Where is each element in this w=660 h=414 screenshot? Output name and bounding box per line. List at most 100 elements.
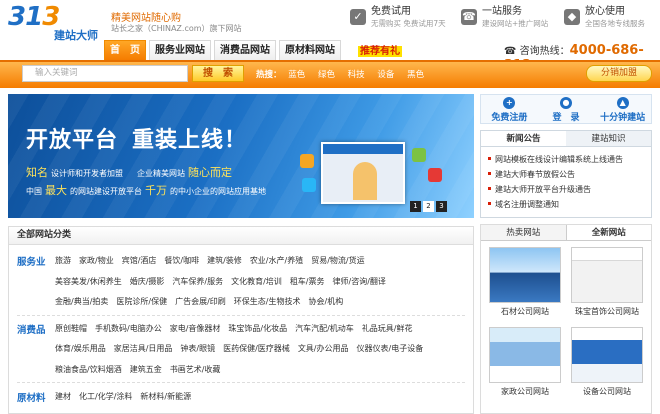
category-link[interactable]: 原创鞋帽: [55, 324, 87, 333]
service-free-trial[interactable]: ✓ 免费试用 无需购买 免费试用7天: [350, 6, 446, 34]
tab-hot-sites[interactable]: 热卖网站: [481, 225, 566, 240]
search-button[interactable]: 搜 索: [192, 65, 244, 82]
login-button[interactable]: ● 登 录: [538, 95, 595, 123]
phone-icon: ☎: [504, 46, 520, 57]
banner-line-1: 知名 设计师和开发者加盟 企业精美网站 随心而定: [26, 164, 235, 180]
category-link[interactable]: 美容美发/休闲养生: [55, 277, 122, 286]
category-link[interactable]: 礼品玩具/鲜花: [362, 324, 413, 333]
group-consumer[interactable]: 消费品: [17, 322, 46, 336]
quick-build-button[interactable]: ▲ 十分钟建站: [594, 95, 651, 123]
button-label: 登 录: [552, 113, 580, 123]
site-caption[interactable]: 石材公司网站: [485, 306, 565, 317]
category-link[interactable]: 汽车保养/服务: [172, 277, 223, 286]
register-button[interactable]: + 免费注册: [481, 95, 538, 123]
hero-banner[interactable]: 开放平台 重装上线！ 知名 设计师和开发者加盟 企业精美网站 随心而定 中国 最大 的网站建…: [8, 94, 474, 218]
category-link[interactable]: 餐饮/咖啡: [164, 256, 199, 265]
category-link[interactable]: 医药保健/医疗器械: [223, 344, 290, 353]
category-link[interactable]: 汽车汽配/机动车: [295, 324, 354, 333]
category-link[interactable]: 珠宝饰品/化妆品: [228, 324, 287, 333]
category-link[interactable]: 建材: [55, 392, 71, 401]
category-link[interactable]: 文化教育/培训: [231, 277, 282, 286]
button-label: 免费注册: [491, 113, 528, 123]
hot-word[interactable]: 蓝色: [288, 70, 305, 80]
highlight: 知名: [26, 166, 48, 179]
app-icon: [428, 168, 442, 182]
hot-word[interactable]: 设备: [377, 70, 394, 80]
news-item[interactable]: 网站模板在线设计编辑系统上线通告: [488, 152, 651, 167]
hot-word[interactable]: 绿色: [318, 70, 335, 80]
category-link[interactable]: 租车/票务: [290, 277, 325, 286]
tab-news[interactable]: 新闻公告: [481, 131, 566, 146]
site-caption[interactable]: 设备公司网站: [567, 386, 647, 397]
category-link[interactable]: 协会/机构: [309, 297, 344, 306]
category-link[interactable]: 书画艺术/收藏: [170, 365, 221, 374]
category-link[interactable]: 粮油食品/饮料烟酒: [55, 365, 122, 374]
category-link[interactable]: 家政/物业: [79, 256, 114, 265]
service-safe[interactable]: ◆ 放心使用 全国各地专线服务: [564, 6, 645, 34]
logo-text: 建站大师: [54, 29, 98, 42]
category-link[interactable]: 新材料/新能源: [140, 392, 191, 401]
category-link[interactable]: 建筑五金: [130, 365, 162, 374]
hot-word[interactable]: 黑色: [407, 70, 424, 80]
main-nav: 首 页 服务业网站 消费品网站 原材料网站: [104, 40, 344, 60]
category-link[interactable]: 体育/娱乐用品: [55, 344, 106, 353]
category-link[interactable]: 婚庆/摄影: [130, 277, 165, 286]
category-link[interactable]: 旅游: [55, 256, 71, 265]
slide-dot[interactable]: 2: [423, 201, 434, 212]
affiliate-button[interactable]: 分销加盟: [586, 65, 652, 82]
news-item[interactable]: 域名注册调整通知: [488, 197, 651, 212]
site-thumbnail[interactable]: [571, 247, 643, 303]
tab-consumer-sites[interactable]: 消费品网站: [214, 40, 276, 60]
group-material[interactable]: 原材料: [17, 390, 46, 404]
category-link[interactable]: 仪器仪表/电子设备: [357, 344, 424, 353]
category-link[interactable]: 钟表/眼镜: [180, 344, 215, 353]
category-link[interactable]: 文具/办公用品: [298, 344, 349, 353]
site-logo[interactable]: 313 建站大师: [8, 2, 108, 42]
category-link[interactable]: 化工/化学/涂料: [79, 392, 132, 401]
group-service[interactable]: 服务业: [17, 254, 46, 268]
app-icon: [412, 148, 426, 162]
category-link[interactable]: 建筑/装修: [207, 256, 242, 265]
category-link[interactable]: 广告会展/印刷: [175, 297, 226, 306]
search-input[interactable]: 输入关键词: [22, 65, 188, 82]
site-caption[interactable]: 家政公司网站: [485, 386, 565, 397]
category-link[interactable]: 贸易/物流/货运: [311, 256, 364, 265]
category-link[interactable]: 农业/水产/养殖: [250, 256, 303, 265]
user-add-icon: +: [503, 97, 516, 109]
category-link[interactable]: 律师/咨询/翻译: [333, 277, 386, 286]
category-row: 美容美发/休闲养生 婚庆/摄影 汽车保养/服务 文化教育/培训 租车/票务 律师/咨询/翻…: [55, 276, 394, 287]
tab-knowledge[interactable]: 建站知识: [566, 131, 651, 146]
category-title: 全部网站分类: [9, 227, 473, 245]
tab-service-sites[interactable]: 服务业网站: [149, 40, 211, 60]
service-desc: 建设网站+推广网站: [482, 19, 549, 28]
tab-new-sites[interactable]: 全新网站: [565, 225, 651, 240]
service-one-stop[interactable]: ☎ 一站服务 建设网站+推广网站: [461, 6, 548, 34]
hot-word[interactable]: 科技: [348, 70, 365, 80]
slogan: 精美网站随心购: [111, 13, 181, 24]
banner-text: 的网站建设开放平台: [70, 187, 142, 196]
site-thumbnail[interactable]: [489, 247, 561, 303]
monitor-illustration: [321, 142, 405, 204]
category-row: 建材 化工/化学/涂料 新材料/新能源: [55, 391, 199, 402]
news-item[interactable]: 建站大师春节放假公告: [488, 167, 651, 182]
news-item[interactable]: 建站大师开放平台升级通告: [488, 182, 651, 197]
category-link[interactable]: 环保生态/生物技术: [234, 297, 301, 306]
site-thumbnail[interactable]: [571, 327, 643, 383]
banner-text: 的中小企业的网站应用基地: [170, 187, 266, 196]
category-link[interactable]: 家电/音像器材: [170, 324, 221, 333]
user-icon: ●: [560, 97, 572, 109]
category-link[interactable]: 家居洁具/日用品: [114, 344, 173, 353]
category-link[interactable]: 医院诊所/保健: [116, 297, 167, 306]
category-row: 旅游 家政/物业 宾馆/酒店 餐饮/咖啡 建筑/装修 农业/水产/养殖 贸易/物流/货运: [55, 255, 373, 266]
category-link[interactable]: 宾馆/酒店: [122, 256, 157, 265]
slide-dot[interactable]: 1: [410, 201, 421, 212]
tab-home[interactable]: 首 页: [104, 40, 146, 60]
site-caption[interactable]: 珠宝首饰公司网站: [567, 306, 647, 317]
site-thumbnail[interactable]: [489, 327, 561, 383]
tab-material-sites[interactable]: 原材料网站: [279, 40, 341, 60]
category-row: 体育/娱乐用品 家居洁具/日用品 钟表/眼镜 医药保健/医疗器械 文具/办公用品 仪器仪表…: [55, 343, 431, 354]
slide-dot[interactable]: 3: [436, 201, 447, 212]
category-link[interactable]: 金融/典当/拍卖: [55, 297, 108, 306]
referral-promo[interactable]: 推荐有礼: [358, 42, 402, 57]
category-link[interactable]: 手机数码/电脑办公: [95, 324, 162, 333]
